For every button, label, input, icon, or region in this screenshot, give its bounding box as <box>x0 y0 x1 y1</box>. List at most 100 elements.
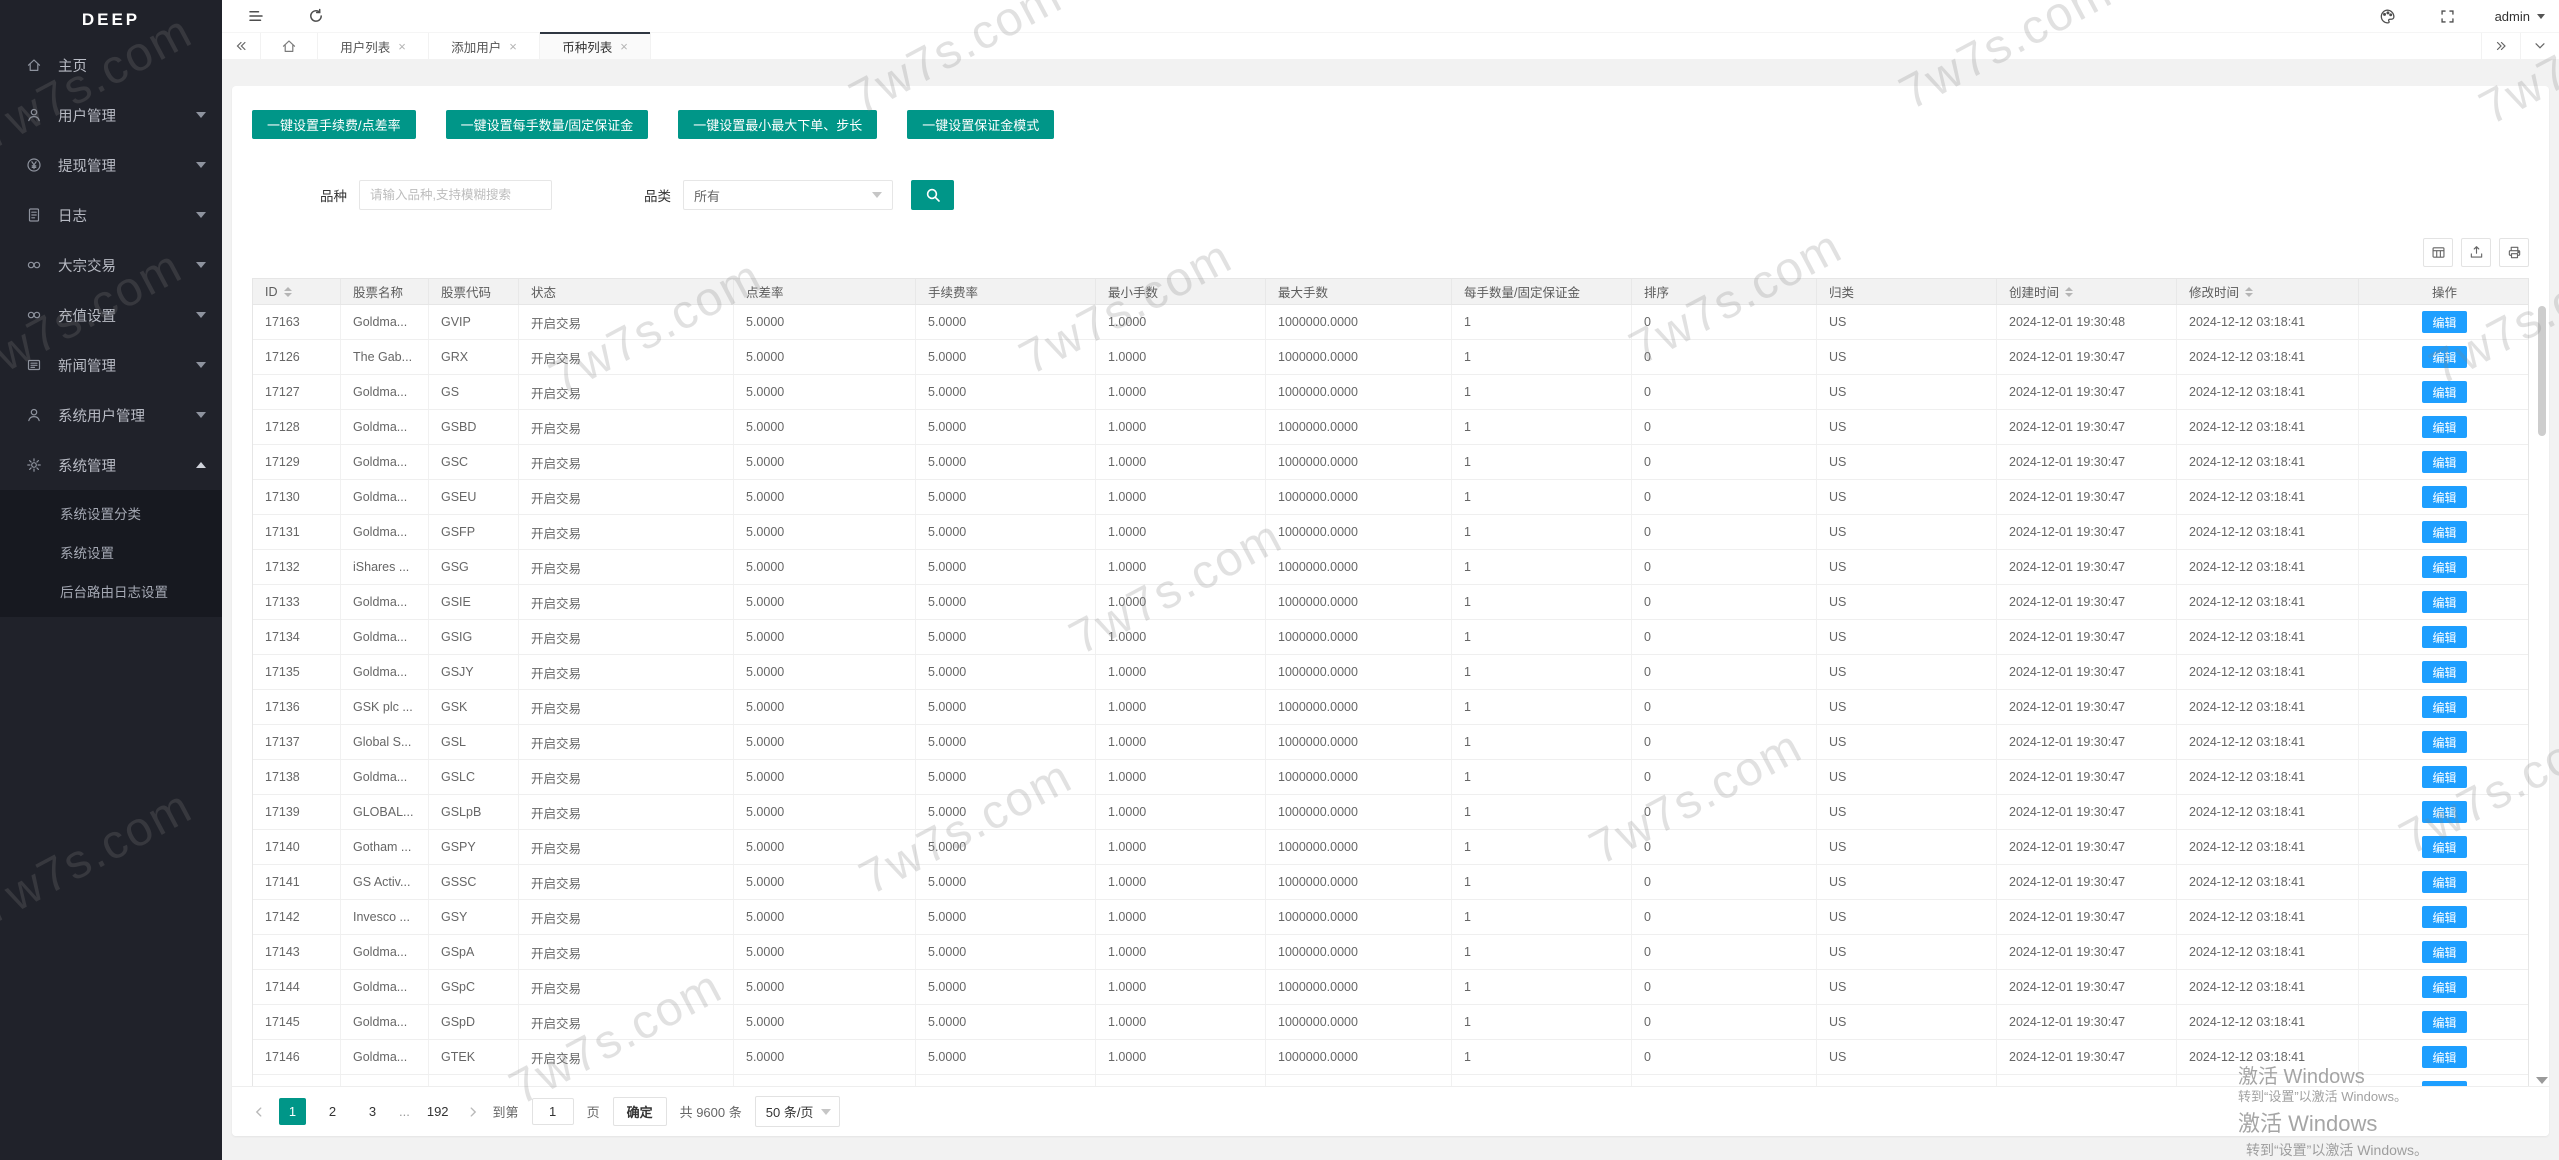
tabs-menu-button[interactable] <box>2520 33 2559 59</box>
edit-button[interactable]: 编辑 <box>2422 346 2466 368</box>
table-cell: Goldma... <box>341 1040 429 1074</box>
close-icon[interactable]: × <box>620 40 628 53</box>
bulk-set-button[interactable]: 一键设置最小最大下单、步长 <box>678 110 877 139</box>
goto-confirm-button[interactable]: 确定 <box>613 1097 667 1126</box>
edit-button[interactable]: 编辑 <box>2422 801 2466 823</box>
tab-home[interactable] <box>261 33 318 59</box>
sidebar-item[interactable]: 提现管理 <box>0 140 222 190</box>
sidebar-item[interactable]: 充值设置 <box>0 290 222 340</box>
sidebar-subitem[interactable]: 后台路由日志设置 <box>0 573 222 612</box>
edit-button[interactable]: 编辑 <box>2422 311 2466 333</box>
column-header-label: ID <box>265 285 278 299</box>
column-header: 归类 <box>1817 279 1997 304</box>
edit-button[interactable]: 编辑 <box>2422 941 2466 963</box>
close-icon[interactable]: × <box>398 40 406 53</box>
table-cell: 2024-12-12 03:18:41 <box>2177 935 2359 969</box>
table-cell-action: 编辑 <box>2359 725 2528 759</box>
tab-label: 添加用户 <box>451 37 501 56</box>
print-icon[interactable] <box>2499 238 2529 267</box>
page-number-3[interactable]: 3 <box>359 1098 386 1125</box>
table-scrollbar[interactable] <box>2538 280 2546 1080</box>
edit-button[interactable]: 编辑 <box>2422 451 2466 473</box>
edit-button[interactable]: 编辑 <box>2422 591 2466 613</box>
table-cell: GSK plc ... <box>341 690 429 724</box>
scrollbar-thumb[interactable] <box>2538 306 2546 436</box>
hamburger-icon[interactable] <box>236 0 276 32</box>
columns-filter-icon[interactable] <box>2423 238 2453 267</box>
table-cell: US <box>1817 690 1997 724</box>
edit-button[interactable]: 编辑 <box>2422 766 2466 788</box>
page-number-1[interactable]: 1 <box>279 1098 306 1125</box>
edit-button[interactable]: 编辑 <box>2422 871 2466 893</box>
table-cell: 17146 <box>253 1040 341 1074</box>
table-cell: 17141 <box>253 865 341 899</box>
edit-button[interactable]: 编辑 <box>2422 416 2466 438</box>
close-icon[interactable]: × <box>509 40 517 53</box>
bulk-set-button[interactable]: 一键设置保证金模式 <box>907 110 1054 139</box>
next-page-icon[interactable] <box>466 1105 480 1119</box>
edit-button[interactable]: 编辑 <box>2422 731 2466 753</box>
sort-icon[interactable] <box>2065 287 2073 297</box>
sidebar-item[interactable]: 日志 <box>0 190 222 240</box>
table-cell: 1.0000 <box>1096 305 1266 339</box>
table-cell: 5.0000 <box>734 795 916 829</box>
scrollbar-down-icon[interactable] <box>2536 1077 2548 1084</box>
prev-page-icon[interactable] <box>252 1105 266 1119</box>
tab-币种列表[interactable]: 币种列表× <box>540 33 651 59</box>
table-header: ID股票名称股票代码状态点差率手续费率最小手数最大手数每手数量/固定保证金排序归… <box>253 279 2528 305</box>
page-number-192[interactable]: 192 <box>423 1098 453 1125</box>
column-header[interactable]: 修改时间 <box>2177 279 2359 304</box>
edit-button[interactable]: 编辑 <box>2422 976 2466 998</box>
sidebar-item[interactable]: 大宗交易 <box>0 240 222 290</box>
table-cell-action: 编辑 <box>2359 865 2528 899</box>
top-header: admin <box>222 0 2559 32</box>
edit-button[interactable]: 编辑 <box>2422 1046 2466 1068</box>
sidebar-item[interactable]: 用户管理 <box>0 90 222 140</box>
tab-添加用户[interactable]: 添加用户 × <box>429 33 540 59</box>
column-header[interactable]: ID <box>253 279 341 304</box>
table-cell: 0 <box>1632 900 1817 934</box>
sort-icon[interactable] <box>2245 287 2253 297</box>
edit-button[interactable]: 编辑 <box>2422 906 2466 928</box>
sidebar-subitem[interactable]: 系统设置 <box>0 534 222 573</box>
table-cell: US <box>1817 970 1997 1004</box>
edit-button[interactable]: 编辑 <box>2422 486 2466 508</box>
edit-button[interactable]: 编辑 <box>2422 1011 2466 1033</box>
table-cell-action: 编辑 <box>2359 795 2528 829</box>
edit-button[interactable]: 编辑 <box>2422 696 2466 718</box>
edit-button[interactable]: 编辑 <box>2422 381 2466 403</box>
edit-button[interactable]: 编辑 <box>2422 836 2466 858</box>
per-page-select[interactable]: 50 条/页 <box>755 1096 841 1127</box>
edit-button[interactable]: 编辑 <box>2422 661 2466 683</box>
sidebar-item[interactable]: 主页 <box>0 40 222 90</box>
tabs-scroll-left-button[interactable] <box>222 33 261 59</box>
sidebar-item[interactable]: 系统用户管理 <box>0 390 222 440</box>
admin-dropdown[interactable]: admin <box>2495 0 2545 32</box>
goto-page-input[interactable] <box>532 1098 574 1125</box>
edit-button[interactable]: 编辑 <box>2422 626 2466 648</box>
edit-button[interactable]: 编辑 <box>2422 556 2466 578</box>
edit-button[interactable]: 编辑 <box>2422 521 2466 543</box>
sidebar-item[interactable]: 系统管理 <box>0 440 222 490</box>
table-cell: 开启交易 <box>519 340 734 374</box>
variety-input[interactable] <box>359 180 552 210</box>
search-icon <box>925 187 941 203</box>
fullscreen-icon[interactable] <box>2427 0 2467 32</box>
bulk-set-button[interactable]: 一键设置手续费/点差率 <box>252 110 416 139</box>
tab-用户列表[interactable]: 用户列表× <box>318 33 429 59</box>
table-cell: GSBD <box>429 410 519 444</box>
search-button[interactable] <box>911 180 954 210</box>
theme-palette-icon[interactable] <box>2367 0 2407 32</box>
table-cell: 1.0000 <box>1096 515 1266 549</box>
export-icon[interactable] <box>2461 238 2491 267</box>
category-select[interactable]: 所有 <box>683 180 893 210</box>
column-header[interactable]: 创建时间 <box>1997 279 2177 304</box>
sidebar-item[interactable]: 新闻管理 <box>0 340 222 390</box>
refresh-icon[interactable] <box>296 0 336 32</box>
table-cell: 2024-12-12 03:18:41 <box>2177 550 2359 584</box>
bulk-set-button[interactable]: 一键设置每手数量/固定保证金 <box>446 110 649 139</box>
page-number-2[interactable]: 2 <box>319 1098 346 1125</box>
sort-icon[interactable] <box>284 287 292 297</box>
tabs-scroll-right-button[interactable] <box>2481 33 2520 59</box>
sidebar-subitem[interactable]: 系统设置分类 <box>0 495 222 534</box>
